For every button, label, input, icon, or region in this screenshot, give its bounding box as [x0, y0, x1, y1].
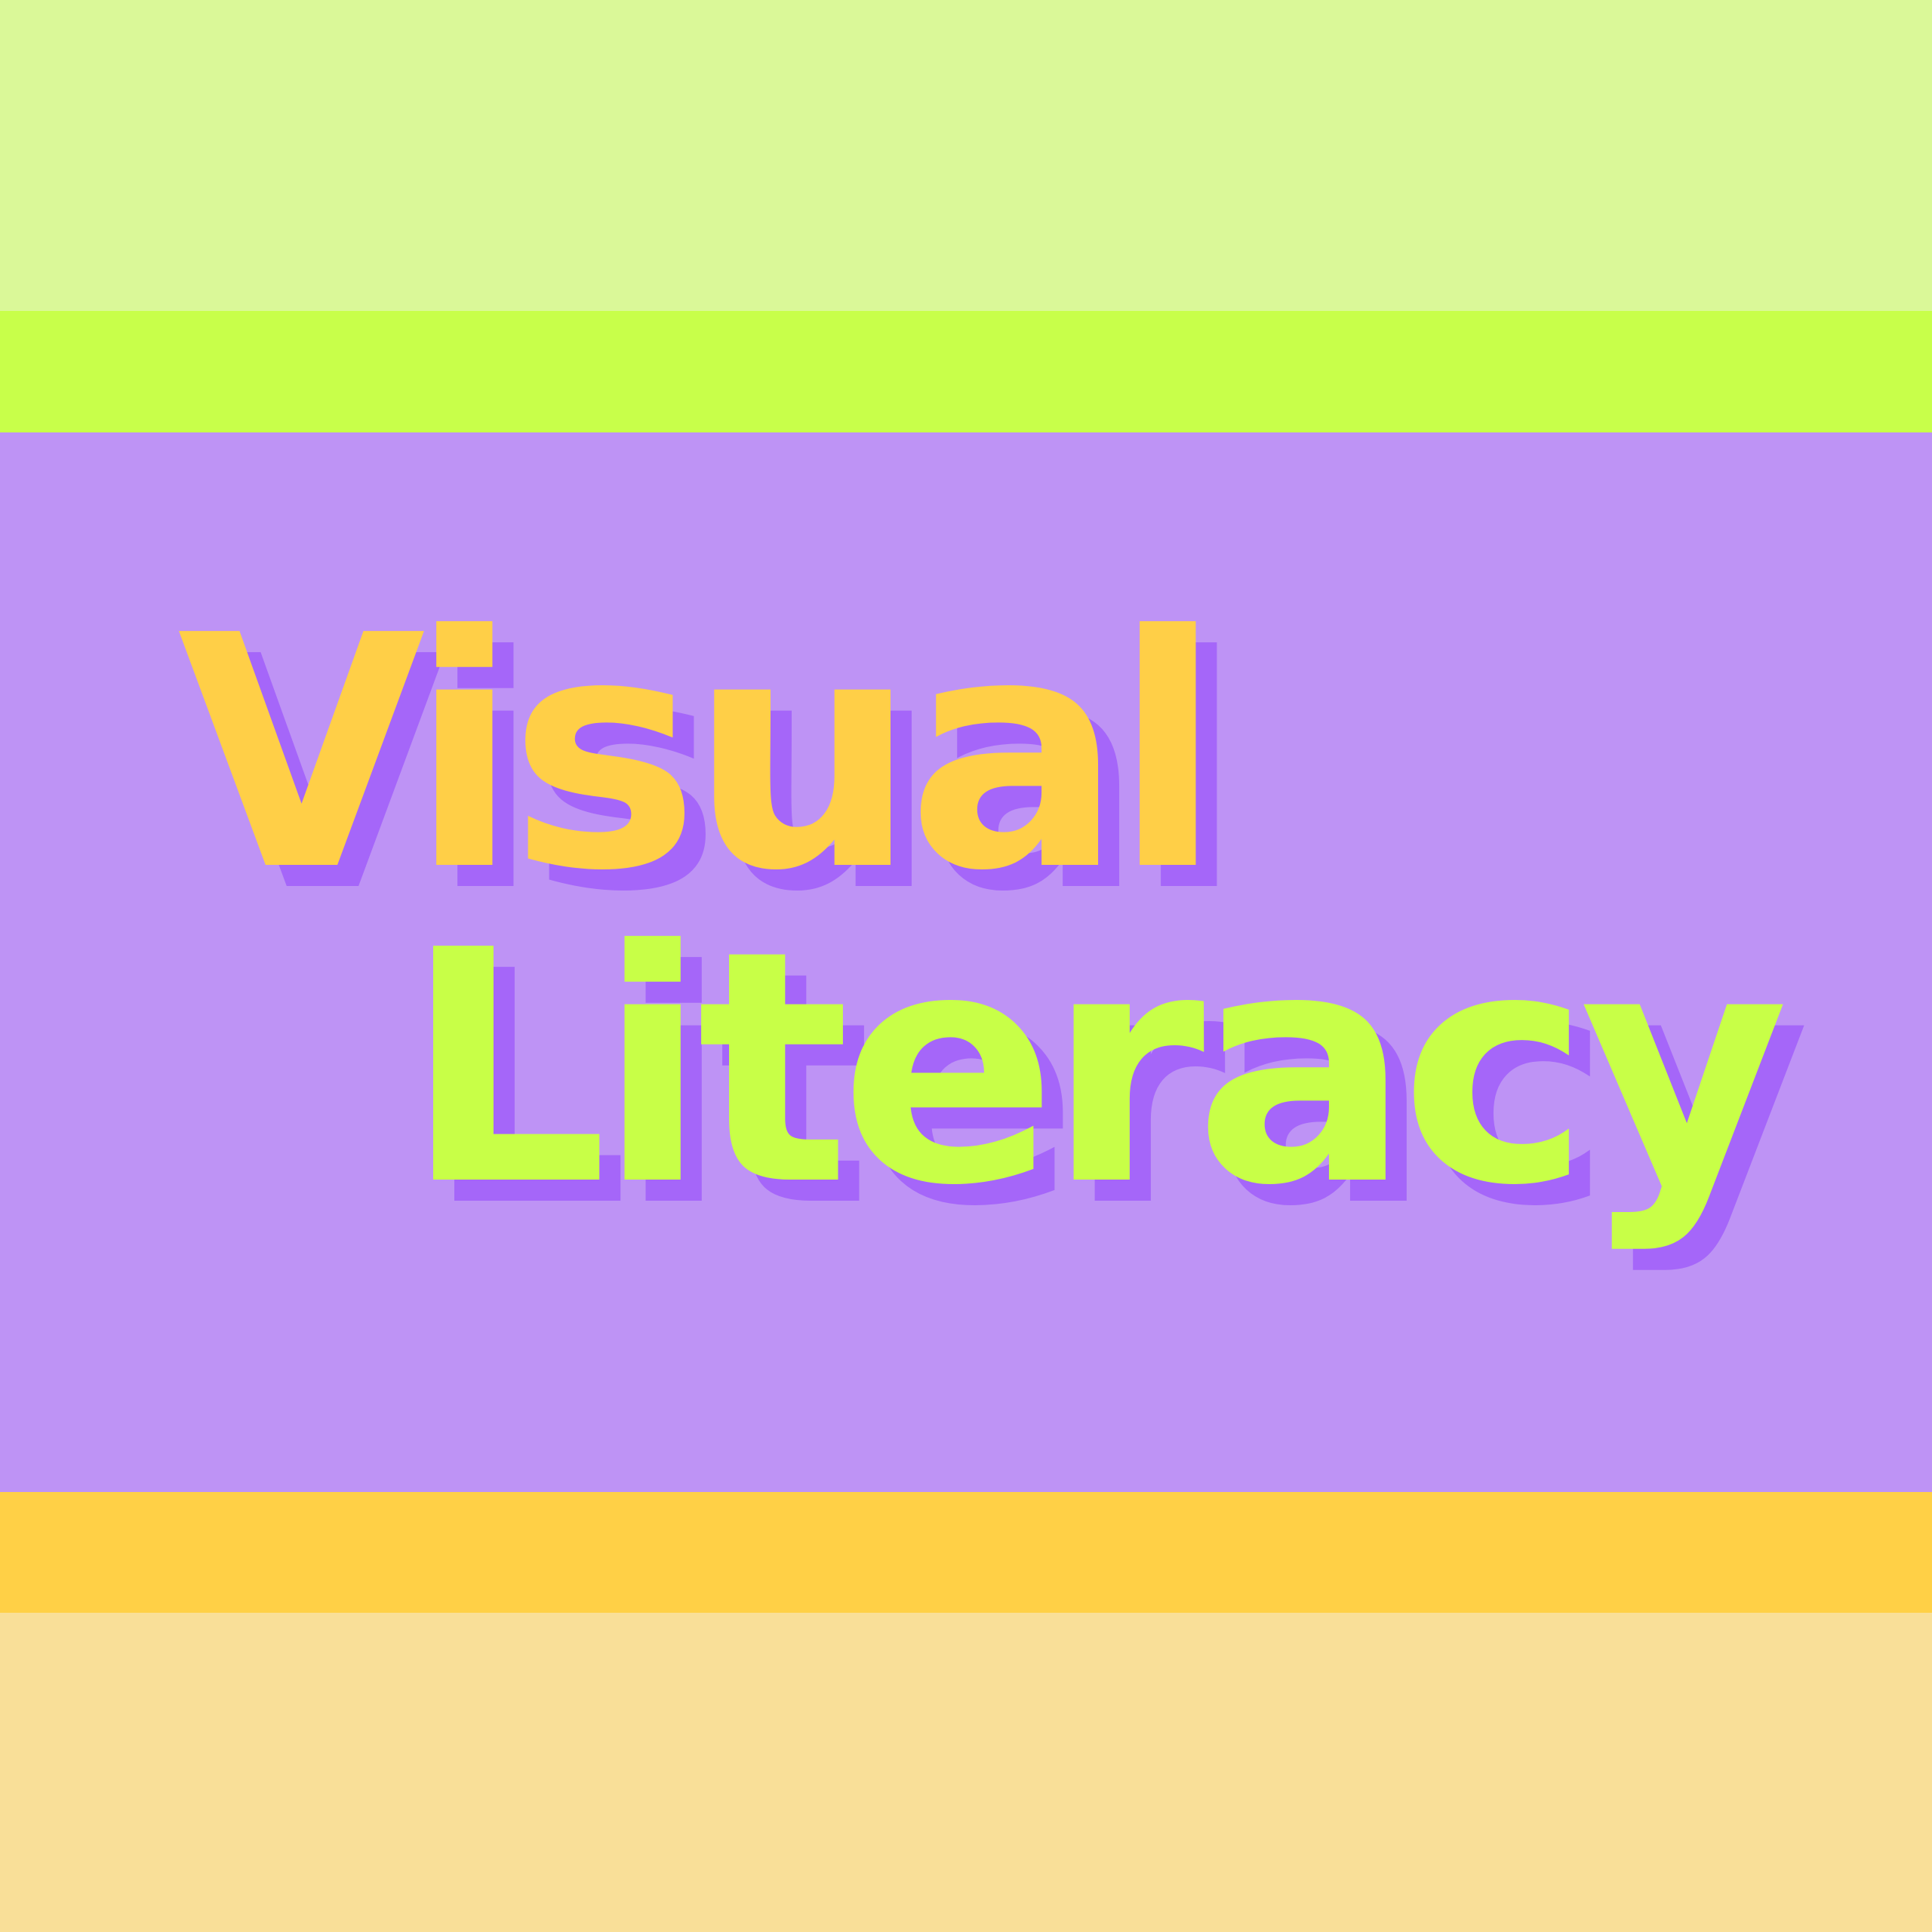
title-word-literacy: Literacy — [404, 883, 1789, 1256]
top-light-band — [0, 0, 1932, 311]
bottom-light-band — [0, 1613, 1932, 1932]
bottom-gold-band — [0, 1492, 1932, 1613]
top-lime-band — [0, 311, 1932, 432]
title-word-visual: Visual — [177, 568, 1223, 941]
